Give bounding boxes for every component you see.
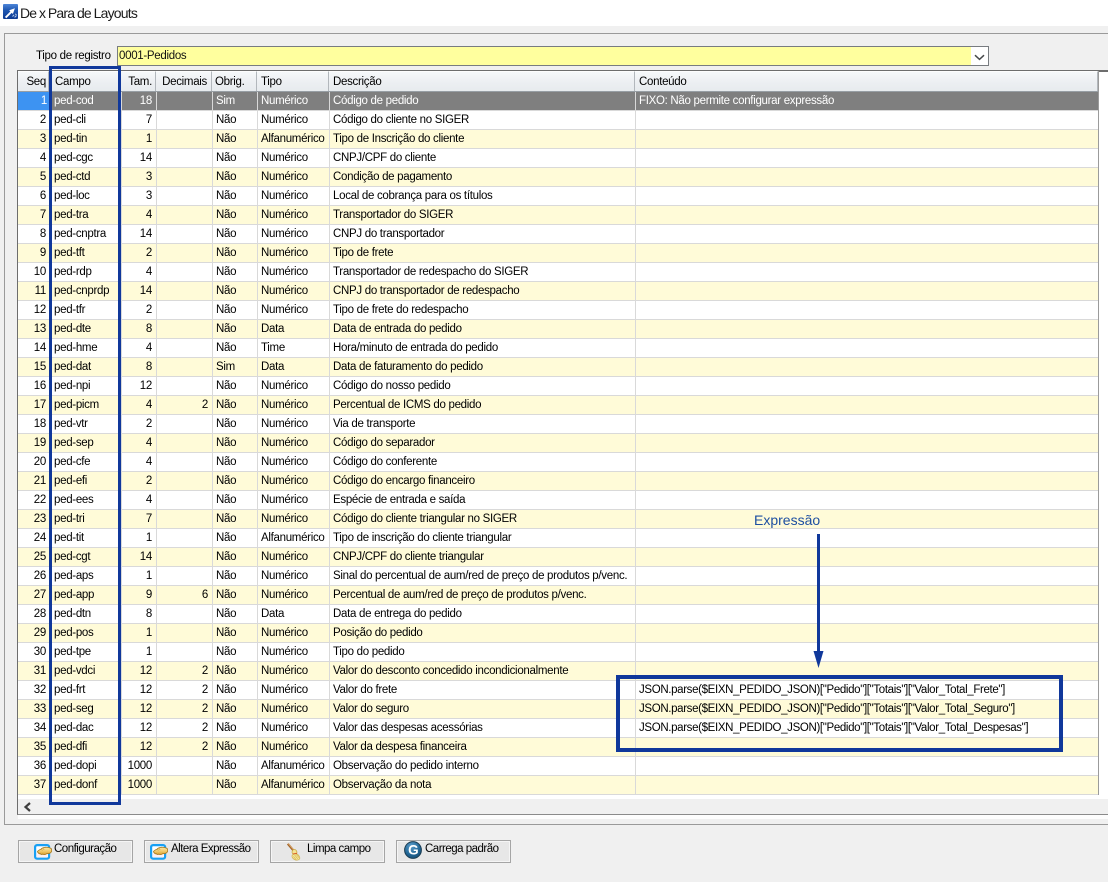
svg-text:G: G <box>408 843 419 858</box>
